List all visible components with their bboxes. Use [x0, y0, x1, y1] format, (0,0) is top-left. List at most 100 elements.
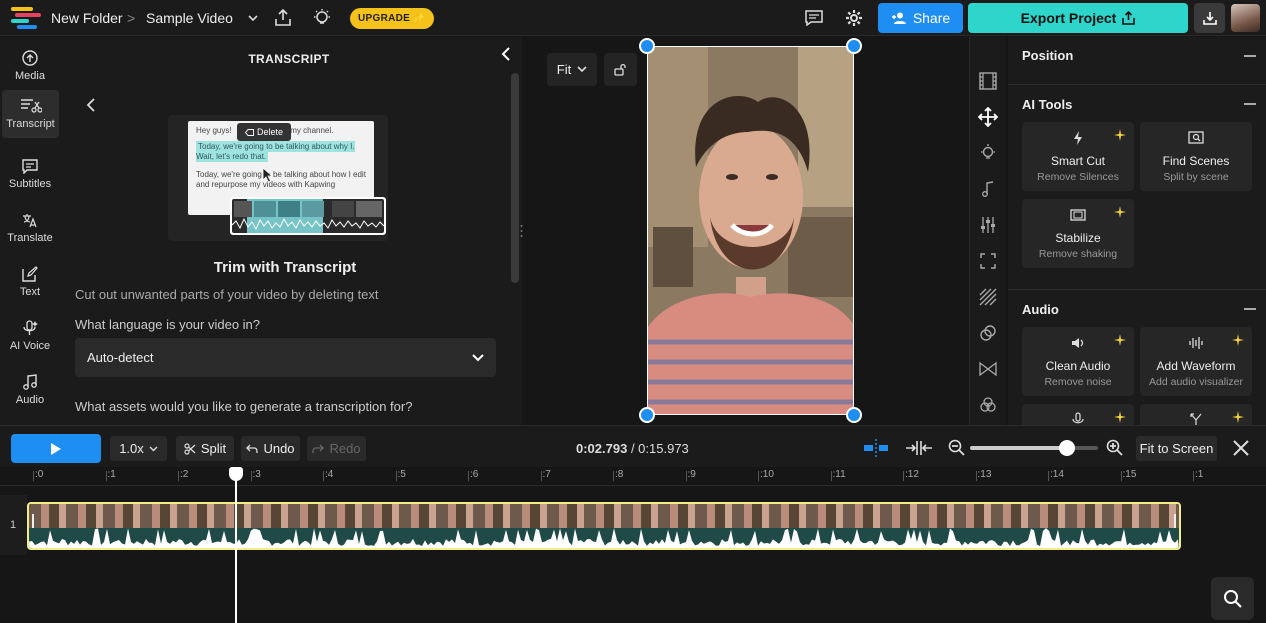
- breadcrumb-folder[interactable]: New Folder: [51, 10, 123, 26]
- upgrade-button[interactable]: UPGRADE ✨: [350, 8, 434, 29]
- section-heading: Trim with Transcript: [213, 259, 357, 276]
- time-display: 0:02.793 / 0:15.973: [576, 441, 689, 456]
- left-rail: Media Transcript Subtitles Translate Tex…: [0, 37, 60, 425]
- gear-icon[interactable]: [845, 9, 863, 27]
- video-frame[interactable]: [647, 46, 854, 415]
- resize-handle-bottom-right[interactable]: [846, 407, 862, 423]
- stabilize-icon: [1070, 207, 1086, 223]
- find-scenes-card[interactable]: Find Scenes Split by scene: [1140, 122, 1252, 191]
- resize-handle-bottom-left[interactable]: [639, 407, 655, 423]
- ai-tools-heading[interactable]: AI Tools: [1022, 97, 1072, 112]
- clip-trim-handle-left[interactable]: [32, 514, 34, 528]
- ruler-label: :7: [542, 469, 551, 480]
- search-button[interactable]: [1211, 577, 1254, 620]
- sidebar-item-text[interactable]: Text: [0, 258, 60, 306]
- move-arrows-icon[interactable]: [978, 107, 998, 127]
- aspect-lock-button[interactable]: [604, 53, 637, 86]
- comments-icon[interactable]: [805, 10, 823, 26]
- right-panel: Position AI Tools Smart Cut Remove Silen…: [1008, 37, 1266, 425]
- film-icon[interactable]: [978, 71, 998, 91]
- smart-cut-card[interactable]: Smart Cut Remove Silences: [1022, 122, 1134, 191]
- share-button[interactable]: Share: [878, 3, 963, 33]
- sidebar-item-transcript[interactable]: Transcript: [2, 90, 59, 138]
- scene-search-icon: [1188, 130, 1204, 146]
- waveform: [29, 528, 1179, 548]
- audio-tool-card[interactable]: [1140, 404, 1252, 425]
- transition-icon[interactable]: [978, 359, 998, 379]
- clip-trim-handle-right[interactable]: [1174, 514, 1176, 528]
- panel-resize-handle[interactable]: [519, 222, 524, 240]
- resize-handle-top-left[interactable]: [639, 38, 655, 54]
- audio-heading[interactable]: Audio: [1022, 302, 1059, 317]
- clip-waveform: [29, 528, 1179, 548]
- audio-tool-card[interactable]: [1022, 404, 1134, 425]
- panel-scrollbar[interactable]: [511, 73, 519, 283]
- card-title: Find Scenes: [1162, 154, 1230, 168]
- sidebar-item-ai-voice[interactable]: AI Voice: [0, 312, 60, 360]
- redo-label: Redo: [329, 441, 361, 456]
- filter-icon[interactable]: [978, 287, 998, 307]
- position-heading[interactable]: Position: [1022, 48, 1073, 63]
- sidebar-item-translate[interactable]: Translate: [0, 204, 60, 252]
- layers-icon[interactable]: [978, 395, 998, 415]
- card-title: Smart Cut: [1050, 154, 1105, 168]
- waveform-icon: [1188, 335, 1204, 351]
- collapse-minus-icon[interactable]: [1244, 55, 1256, 57]
- sparkle-icon: [1232, 334, 1244, 346]
- ruler-label: :2: [180, 469, 189, 480]
- zoom-slider[interactable]: [970, 440, 1098, 456]
- speed-dropdown[interactable]: 1.0x: [110, 436, 167, 461]
- timeline[interactable]: :0:1:2:3:4:5:6:7:8:9:10:11:12:13:14:15:1…: [0, 467, 1266, 623]
- zoom-slider-knob[interactable]: [1059, 440, 1076, 456]
- illustration-line1: Hey guys!: [196, 126, 232, 135]
- stabilize-card[interactable]: Stabilize Remove shaking: [1022, 199, 1134, 268]
- effects-icon[interactable]: [978, 323, 998, 343]
- zoom-in-icon[interactable]: [1106, 439, 1124, 457]
- music-note-icon[interactable]: [978, 179, 998, 199]
- undo-button[interactable]: Undo: [241, 436, 300, 461]
- time-ruler[interactable]: :0:1:2:3:4:5:6:7:8:9:10:11:12:13:14:15:1: [27, 467, 1266, 485]
- ruler-label: :0: [35, 469, 44, 480]
- crop-icon[interactable]: [978, 251, 998, 271]
- card-subtitle: Remove shaking: [1038, 248, 1118, 260]
- share-upload-icon[interactable]: [274, 8, 292, 28]
- adjust-sliders-icon[interactable]: [978, 215, 998, 235]
- sidebar-item-label: Subtitles: [8, 177, 52, 190]
- download-button[interactable]: [1194, 3, 1225, 33]
- fit-to-screen-button[interactable]: Fit to Screen: [1136, 436, 1217, 461]
- speed-value: 1.0x: [119, 441, 144, 456]
- sidebar-item-subtitles[interactable]: Subtitles: [0, 150, 60, 198]
- collapse-panel-icon[interactable]: [500, 47, 512, 61]
- zoom-out-icon[interactable]: [948, 439, 966, 457]
- collapse-minus-icon[interactable]: [1244, 103, 1256, 105]
- export-project-button[interactable]: Export Project: [968, 3, 1188, 33]
- export-icon: [1122, 11, 1136, 25]
- chevron-down-icon: [149, 446, 158, 452]
- avatar[interactable]: [1231, 4, 1260, 32]
- language-select[interactable]: Auto-detect: [75, 338, 496, 377]
- resize-handle-top-right[interactable]: [846, 38, 862, 54]
- split-button[interactable]: Split: [176, 436, 234, 461]
- snap-icon[interactable]: [863, 439, 889, 457]
- video-track-clip[interactable]: [27, 502, 1181, 550]
- sidebar-item-audio[interactable]: Audio: [0, 366, 60, 414]
- chevron-down-icon: [577, 66, 587, 73]
- ruler-label: :6: [470, 469, 479, 480]
- collapse-minus-icon[interactable]: [1244, 308, 1256, 310]
- sidebar-item-media[interactable]: Media: [0, 42, 60, 90]
- back-icon[interactable]: [86, 98, 96, 112]
- collapse-gaps-icon[interactable]: [905, 439, 933, 457]
- fit-dropdown[interactable]: Fit: [547, 53, 597, 86]
- kapwing-logo-icon[interactable]: [11, 6, 41, 30]
- redo-button[interactable]: Redo: [307, 436, 366, 461]
- lightbulb-icon[interactable]: [312, 8, 332, 28]
- playhead[interactable]: [235, 467, 238, 623]
- clean-audio-card[interactable]: Clean Audio Remove noise: [1022, 327, 1134, 396]
- chevron-down-icon[interactable]: [247, 13, 259, 23]
- section-subtitle: Cut out unwanted parts of your video by …: [75, 287, 379, 302]
- close-icon[interactable]: [1233, 440, 1249, 456]
- project-name[interactable]: Sample Video: [146, 10, 233, 26]
- play-button[interactable]: [11, 434, 101, 463]
- add-waveform-card[interactable]: Add Waveform Add audio visualizer: [1140, 327, 1252, 396]
- lightbulb-icon[interactable]: [978, 143, 998, 163]
